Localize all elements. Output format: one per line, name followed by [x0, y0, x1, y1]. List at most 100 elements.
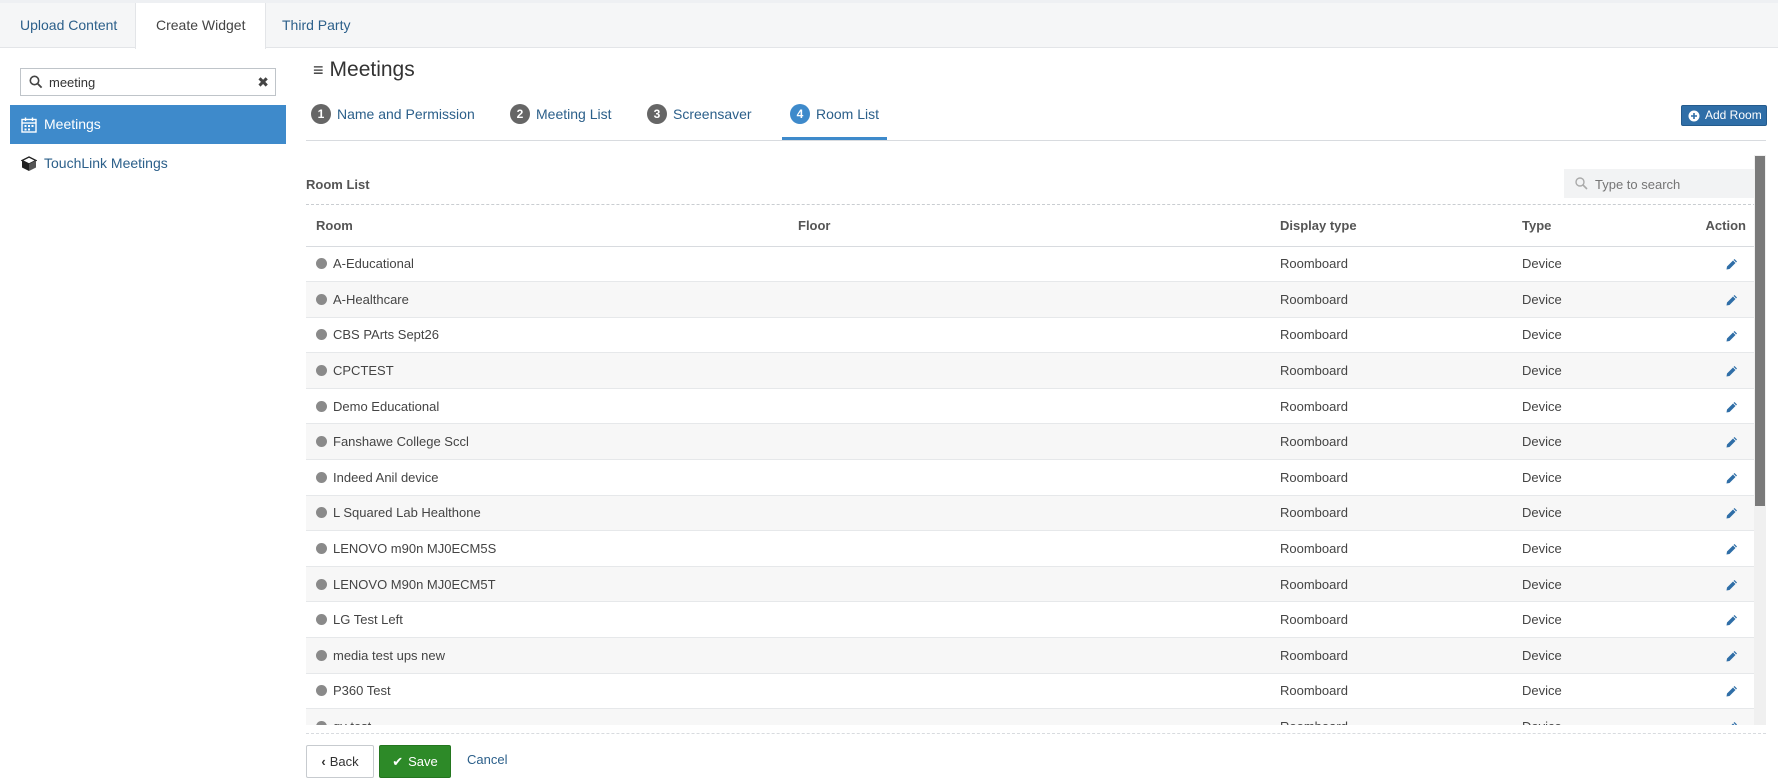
save-button[interactable]: ✔ Save [379, 745, 451, 778]
cell-floor [788, 530, 1270, 567]
edit-pencil-icon[interactable] [1725, 472, 1738, 485]
status-dot-icon [316, 400, 327, 412]
table-row: LENOVO m90n MJ0ECM5S Roomboard Device [306, 530, 1754, 567]
cell-floor [788, 352, 1270, 389]
table-row: P360 Test Roomboard Device [306, 673, 1754, 710]
cell-display-type: Roomboard [1270, 601, 1512, 639]
tab-third-party[interactable]: Third Party [262, 3, 370, 48]
cell-action [1662, 601, 1754, 639]
cell-room: L Squared Lab Healthone [306, 495, 788, 532]
cube-icon [21, 156, 37, 171]
cell-room: CBS PArts Sept26 [306, 317, 788, 354]
edit-pencil-icon[interactable] [1725, 258, 1738, 271]
cell-floor [788, 601, 1270, 639]
cell-room: LG Test Left [306, 601, 788, 639]
cell-floor [788, 423, 1270, 461]
edit-pencil-icon[interactable] [1725, 579, 1738, 592]
tab-upload-content[interactable]: Upload Content [0, 3, 137, 48]
step-room-list[interactable]: 4 Room List [782, 104, 888, 140]
sidebar-item-touchlink-meetings[interactable]: TouchLink Meetings [10, 144, 286, 183]
cell-room: media test ups new [306, 637, 788, 674]
cell-action [1662, 281, 1754, 318]
divider [306, 204, 1756, 205]
cell-type: Device [1512, 601, 1662, 639]
status-dot-icon [316, 365, 327, 377]
cell-room: A-Healthcare [306, 281, 788, 318]
cell-floor [788, 281, 1270, 318]
cell-floor [788, 637, 1270, 674]
footer-divider [306, 733, 1766, 734]
cell-type: Device [1512, 566, 1662, 603]
step-name-and-permission[interactable]: 1 Name and Permission [311, 104, 475, 140]
edit-pencil-icon[interactable] [1725, 685, 1738, 698]
edit-pencil-icon[interactable] [1725, 330, 1738, 343]
column-header-floor[interactable]: Floor [788, 206, 1270, 247]
search-icon [1575, 177, 1588, 190]
page-title: ≡ Meetings [313, 58, 415, 81]
cell-type: Device [1512, 708, 1662, 725]
column-header-type[interactable]: Type [1512, 206, 1662, 247]
cell-display-type: Roomboard [1270, 352, 1512, 389]
edit-pencil-icon[interactable] [1725, 614, 1738, 627]
edit-pencil-icon[interactable] [1725, 721, 1738, 725]
status-dot-icon [316, 258, 327, 270]
cell-room: CPCTEST [306, 352, 788, 389]
cell-display-type: Roomboard [1270, 566, 1512, 603]
sidebar: ✖ Meetings TouchLink Meetings [10, 48, 286, 783]
room-search-input[interactable] [1595, 173, 1745, 195]
cell-type: Device [1512, 317, 1662, 354]
cell-room: Fanshawe College Sccl [306, 423, 788, 461]
add-room-button[interactable]: Add Room [1681, 105, 1767, 126]
cell-floor [788, 246, 1270, 283]
column-header-display-type[interactable]: Display type [1270, 206, 1512, 247]
room-search-box [1564, 169, 1754, 198]
cancel-button[interactable]: Cancel [467, 752, 507, 767]
cell-display-type: Roomboard [1270, 708, 1512, 725]
cell-action [1662, 317, 1754, 354]
chevron-left-icon: ‹ [321, 754, 326, 769]
cell-type: Device [1512, 352, 1662, 389]
edit-pencil-icon[interactable] [1725, 650, 1738, 663]
scrollbar[interactable] [1754, 155, 1766, 725]
list-icon: ≡ [313, 60, 324, 80]
status-dot-icon [316, 685, 327, 697]
cell-display-type: Roomboard [1270, 530, 1512, 567]
clear-search-icon[interactable]: ✖ [257, 73, 269, 91]
top-tabs-bar: Upload Content Create Widget Third Party [0, 3, 1778, 49]
scrollbar-thumb[interactable] [1755, 156, 1765, 506]
cell-action [1662, 388, 1754, 425]
edit-pencil-icon[interactable] [1725, 401, 1738, 414]
widget-search-box: ✖ [20, 68, 276, 96]
table-row: Fanshawe College Sccl Roomboard Device [306, 423, 1754, 461]
cell-action [1662, 673, 1754, 710]
column-header-action: Action [1662, 206, 1754, 247]
edit-pencil-icon[interactable] [1725, 507, 1738, 520]
cell-action [1662, 530, 1754, 567]
table-row: CBS PArts Sept26 Roomboard Device [306, 317, 1754, 354]
back-button[interactable]: ‹ Back [306, 745, 374, 778]
step-meeting-list[interactable]: 2 Meeting List [510, 104, 611, 140]
edit-pencil-icon[interactable] [1725, 543, 1738, 556]
column-header-room[interactable]: Room [306, 206, 788, 247]
step-screensaver[interactable]: 3 Screensaver [647, 104, 752, 140]
edit-pencil-icon[interactable] [1725, 294, 1738, 307]
tab-create-widget[interactable]: Create Widget [135, 3, 267, 49]
cell-display-type: Roomboard [1270, 281, 1512, 318]
widget-search-input[interactable] [49, 71, 245, 93]
status-dot-icon [316, 614, 327, 626]
table-row: CPCTEST Roomboard Device [306, 352, 1754, 389]
sidebar-item-meetings[interactable]: Meetings [10, 105, 286, 144]
table-row: LG Test Left Roomboard Device [306, 601, 1754, 639]
cell-action [1662, 708, 1754, 725]
cell-display-type: Roomboard [1270, 459, 1512, 496]
check-icon: ✔ [392, 754, 404, 769]
cell-floor [788, 317, 1270, 354]
edit-pencil-icon[interactable] [1725, 436, 1738, 449]
calendar-icon [21, 117, 37, 133]
edit-pencil-icon[interactable] [1725, 365, 1738, 378]
status-dot-icon [316, 578, 327, 590]
cell-room: LENOVO m90n MJ0ECM5S [306, 530, 788, 567]
status-dot-icon [316, 507, 327, 519]
cell-type: Device [1512, 637, 1662, 674]
cell-room: Demo Educational [306, 388, 788, 425]
